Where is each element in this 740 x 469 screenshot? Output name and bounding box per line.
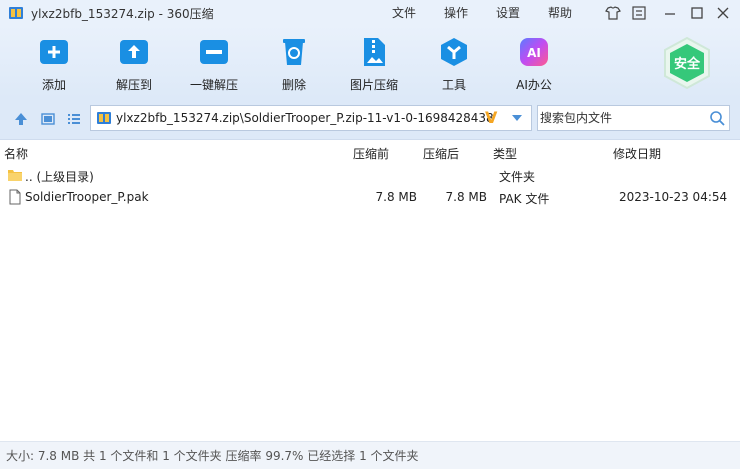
- column-modified-date[interactable]: 修改日期: [613, 145, 661, 162]
- list-view-icon[interactable]: [66, 111, 82, 127]
- path-field[interactable]: ylxz2bfb_153274.zip\SoldierTrooper_P.zip…: [90, 105, 532, 131]
- zip-archive-icon: [97, 112, 111, 124]
- path-text: ylxz2bfb_153274.zip\SoldierTrooper_P.zip…: [116, 111, 494, 125]
- extract-to-icon: [120, 40, 148, 64]
- file-modified: 2023-10-23 04:54: [619, 190, 728, 204]
- extract-to-button[interactable]: 解压到: [94, 36, 174, 93]
- menu-operation[interactable]: 操作: [444, 4, 468, 21]
- tools-label: 工具: [441, 78, 466, 92]
- verified-mark-icon: V: [485, 108, 498, 127]
- column-type[interactable]: 类型: [493, 145, 517, 162]
- folder-icon: [8, 170, 22, 181]
- delete-label: 删除: [281, 78, 306, 92]
- file-name: .. (上级目录): [25, 170, 94, 184]
- tools-icon: [441, 38, 467, 66]
- menu-settings[interactable]: 设置: [496, 4, 520, 21]
- search-box: [537, 105, 730, 131]
- one-click-extract-label: 一键解压: [189, 78, 238, 92]
- close-icon[interactable]: [714, 4, 732, 22]
- safe-badge-label: 安全: [674, 56, 701, 72]
- app-logo-icon: [9, 7, 23, 19]
- ai-office-label: AI办公: [516, 78, 552, 92]
- toolbar: 添加 解压到 一键解压 删除 图片压缩 工具 AI AI办公 安全: [0, 26, 740, 98]
- tools-button[interactable]: 工具: [414, 36, 494, 93]
- minimize-icon[interactable]: [661, 4, 679, 22]
- skin-icon[interactable]: [604, 4, 622, 22]
- column-packed-size[interactable]: 压缩前: [353, 145, 389, 162]
- title-bar: ylxz2bfb_153274.zip - 360压缩 文件 操作 设置 帮助: [0, 0, 740, 26]
- file-compressed-size: 7.8 MB: [445, 190, 487, 204]
- column-name[interactable]: 名称: [4, 145, 28, 162]
- list-item[interactable]: .. (上级目录) 文件夹: [0, 164, 740, 186]
- chevron-down-icon[interactable]: [511, 114, 523, 122]
- thumbnail-view-icon[interactable]: [40, 111, 56, 127]
- maximize-icon[interactable]: [688, 4, 706, 22]
- image-compress-icon: [364, 38, 385, 66]
- add-icon: [40, 40, 68, 64]
- menu-help[interactable]: 帮助: [548, 4, 572, 21]
- column-compressed-size[interactable]: 压缩后: [423, 145, 459, 162]
- delete-button[interactable]: 删除: [254, 36, 334, 93]
- delete-icon: [283, 39, 305, 65]
- list-item[interactable]: SoldierTrooper_P.pak 7.8 MB 7.8 MB PAK 文…: [0, 186, 740, 208]
- ai-glyph: AI: [527, 46, 541, 60]
- file-name: SoldierTrooper_P.pak: [25, 190, 149, 204]
- address-bar: ylxz2bfb_153274.zip\SoldierTrooper_P.zip…: [0, 98, 740, 140]
- status-text: 大小: 7.8 MB 共 1 个文件和 1 个文件夹 压缩率 99.7% 已经选…: [6, 449, 419, 463]
- one-click-extract-button[interactable]: 一键解压: [174, 36, 254, 93]
- status-bar: 大小: 7.8 MB 共 1 个文件和 1 个文件夹 压缩率 99.7% 已经选…: [0, 441, 740, 469]
- image-compress-label: 图片压缩: [349, 78, 398, 92]
- file-icon: [9, 189, 21, 205]
- ai-office-button[interactable]: AI AI办公: [494, 36, 574, 93]
- extract-to-label: 解压到: [115, 78, 152, 92]
- file-list: .. (上级目录) 文件夹 SoldierTrooper_P.pak 7.8 M…: [0, 163, 740, 441]
- add-button[interactable]: 添加: [14, 36, 94, 93]
- file-type: 文件夹: [499, 170, 536, 184]
- window-title: ylxz2bfb_153274.zip - 360压缩: [31, 7, 214, 21]
- add-label: 添加: [41, 78, 66, 92]
- search-input[interactable]: [538, 106, 703, 130]
- safe-shield-icon[interactable]: 安全: [660, 36, 714, 90]
- one-click-extract-icon: [200, 40, 228, 64]
- up-level-icon[interactable]: [13, 111, 29, 127]
- menu-file[interactable]: 文件: [392, 4, 416, 21]
- file-packed-size: 7.8 MB: [375, 190, 417, 204]
- image-compress-button[interactable]: 图片压缩: [334, 36, 414, 93]
- ai-office-icon: AI: [520, 38, 548, 66]
- file-type: PAK 文件: [499, 192, 550, 206]
- search-icon[interactable]: [709, 110, 725, 126]
- column-header: 名称 压缩前 压缩后 类型 修改日期: [0, 141, 740, 163]
- menu-list-icon[interactable]: [630, 4, 648, 22]
